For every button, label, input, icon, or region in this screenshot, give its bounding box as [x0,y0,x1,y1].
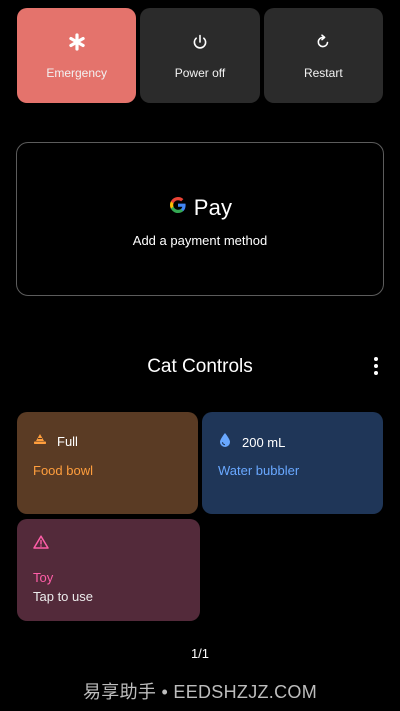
power-off-label: Power off [174,65,226,80]
tile-status: Full [57,433,78,449]
water-drop-icon [218,432,232,453]
emergency-label: Emergency [46,65,108,80]
wallet-card[interactable]: Pay Add a payment method [16,142,384,296]
restart-button[interactable]: Restart [263,8,383,103]
tile-status-row [33,535,59,554]
tile-subtitle: Tap to use [33,589,93,604]
control-tile-food-bowl[interactable]: Full Food bowl [17,412,198,514]
watermark: 易享助手 • EEDSHZJZ.COM [82,682,317,702]
tile-status: 200 mL [242,435,286,450]
tile-status-row: 200 mL [218,432,285,453]
tile-title: Toy [33,570,54,585]
wallet-subtitle: Add a payment method [132,232,268,248]
gpay-logo: Pay [168,195,233,221]
tile-title: Water bubbler [218,463,300,478]
power-icon [190,32,210,52]
food-bowl-icon [33,432,47,450]
tile-title: Food bowl [33,463,93,478]
control-tile-water-bubbler[interactable]: 200 mL Water bubbler [202,412,383,514]
more-options-icon[interactable] [368,356,384,376]
restart-icon [313,32,333,52]
control-tile-toy[interactable]: Toy Tap to use [17,519,200,621]
emergency-button[interactable]: Emergency [17,8,137,103]
asterisk-icon [67,32,87,52]
page-indicator: 1/1 [190,646,210,661]
power-menu-screen: Emergency Power off Restart Pay Add a pa… [0,0,400,711]
controls-title: Cat Controls [147,356,253,377]
warning-icon [33,535,49,554]
power-off-button[interactable]: Power off [140,8,260,103]
google-g-icon [168,195,188,220]
power-actions-row: Emergency Power off Restart [17,8,383,103]
gpay-brand-text: Pay [193,194,233,220]
restart-label: Restart [303,65,343,80]
tile-status-row: Full [33,432,78,450]
